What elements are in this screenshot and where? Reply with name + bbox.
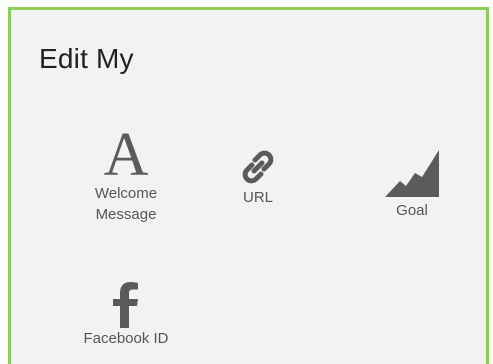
edit-my-panel: Edit My A Welcome Message URL Goal Faceb… [8,7,489,364]
goal-option[interactable]: Goal [352,150,472,221]
url-label: URL [242,189,273,206]
goal-label: Goal [396,202,428,219]
url-option[interactable]: URL [198,147,318,208]
facebook-id-label: Facebook ID [83,330,169,347]
facebook-f-icon [113,282,138,328]
welcome-message-label-line1: Welcome [94,185,158,202]
link-icon [242,150,274,184]
welcome-message-label-line2: Message [95,206,157,223]
mountain-chart-icon [385,150,439,197]
panel-title: Edit My [39,43,134,74]
welcome-message-option[interactable]: A Welcome Message [66,121,186,225]
serif-letter-a-icon: A [103,121,149,189]
facebook-id-option[interactable]: Facebook ID [66,282,186,349]
